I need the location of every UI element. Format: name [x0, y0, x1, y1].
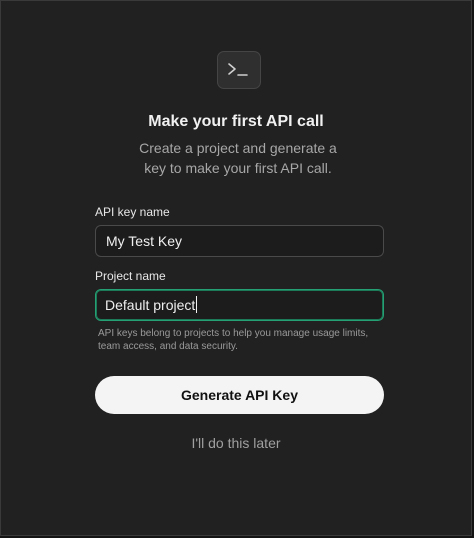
api-key-name-value: My Test Key — [106, 233, 182, 249]
text-cursor — [196, 296, 198, 313]
api-key-dialog: Make your first API call Create a projec… — [0, 0, 472, 536]
project-name-value: Default project — [105, 297, 196, 313]
terminal-icon — [217, 51, 261, 89]
dialog-title: Make your first API call — [148, 113, 324, 130]
dialog-subtitle: Create a project and generate a key to m… — [139, 140, 337, 176]
terminal-prompt-glyph — [228, 63, 248, 76]
do-this-later-link[interactable]: I'll do this later — [1, 434, 471, 452]
api-key-name-label: API key name — [95, 205, 170, 219]
api-key-name-input[interactable]: My Test Key — [95, 225, 384, 257]
project-name-input[interactable]: Default project — [95, 289, 384, 321]
project-name-label: Project name — [95, 269, 166, 283]
api-key-hint: API keys belong to projects to help you … — [98, 328, 369, 352]
generate-api-key-button[interactable]: Generate API Key — [95, 376, 384, 414]
